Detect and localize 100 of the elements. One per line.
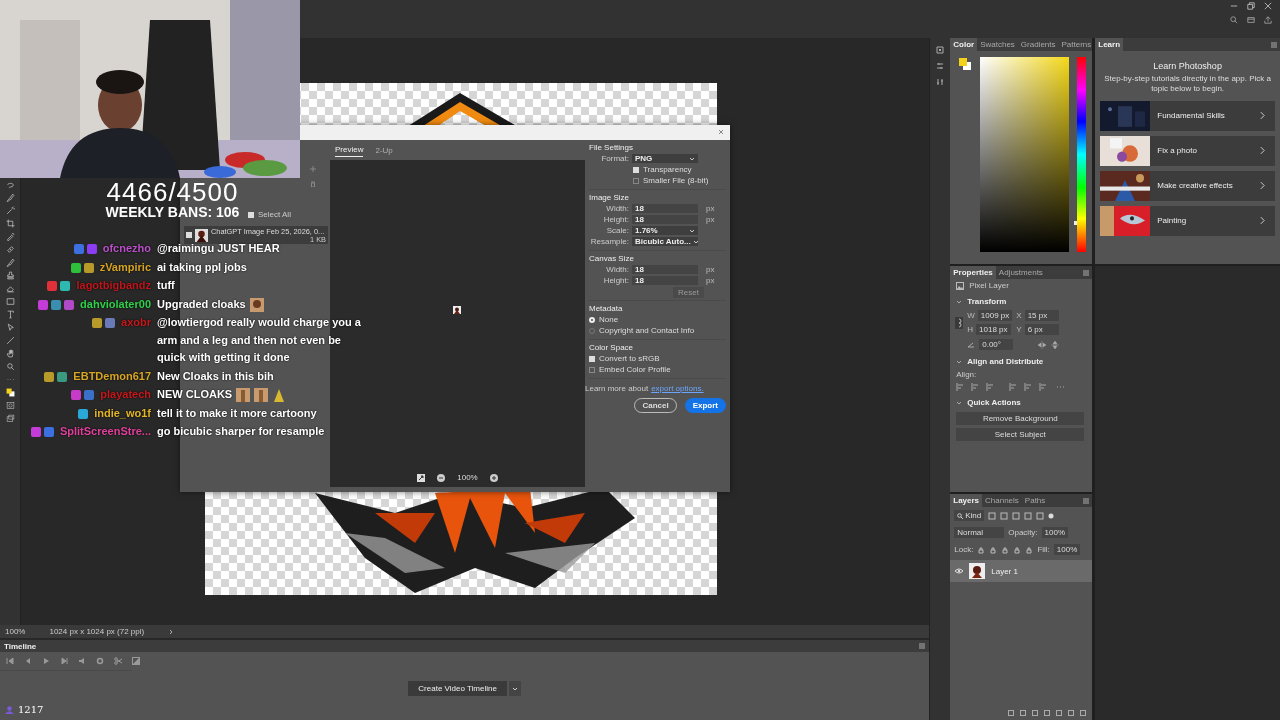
align-icon[interactable] (1009, 383, 1018, 391)
minimize-icon[interactable] (1230, 2, 1238, 10)
eye-icon[interactable] (955, 567, 964, 575)
zoom-level: 100% (5, 627, 26, 636)
zoom-icon[interactable] (5, 362, 15, 371)
search-icon[interactable] (1230, 16, 1238, 24)
section-title: Align and Distribute (967, 357, 1044, 366)
menu-icon[interactable] (1083, 270, 1090, 276)
chevron-down-icon[interactable] (956, 399, 963, 406)
share-icon[interactable] (1264, 16, 1272, 24)
align-icon[interactable] (1039, 383, 1048, 391)
input-field[interactable]: 15 px (1024, 310, 1059, 321)
fill-field[interactable]: 100% (1053, 544, 1081, 555)
section-title: Quick Actions (967, 398, 1021, 407)
input-field[interactable]: 6 px (1024, 324, 1059, 335)
panel-tab[interactable]: Learn (1095, 38, 1124, 51)
gradient-icon[interactable] (5, 297, 15, 306)
healing-icon[interactable] (5, 245, 15, 254)
color-swatches-icon[interactable] (958, 57, 973, 71)
toggle-icon[interactable] (1048, 512, 1055, 519)
eraser-icon[interactable] (5, 284, 15, 293)
brush-icon[interactable] (5, 193, 15, 202)
lasso-icon[interactable] (5, 180, 15, 189)
tutorial-card[interactable]: Painting (1100, 205, 1275, 236)
sliders-icon[interactable] (936, 78, 945, 86)
line-icon[interactable] (5, 336, 15, 345)
dropdown-button[interactable] (508, 681, 521, 696)
lock-option-icon[interactable] (1001, 545, 1010, 554)
panel-tab[interactable]: Channels (982, 494, 1022, 507)
panel-tab[interactable]: Swatches (977, 38, 1018, 51)
menu-icon[interactable] (919, 643, 926, 649)
close-icon[interactable] (718, 129, 724, 135)
stamp-icon[interactable] (5, 271, 15, 280)
more-icon[interactable] (1056, 383, 1065, 391)
previous-frame-icon[interactable] (24, 657, 32, 665)
chevron-right-icon[interactable] (168, 628, 175, 635)
panel-tab[interactable]: Gradients (1017, 38, 1059, 51)
quick-action-button[interactable]: Remove Background (956, 412, 1085, 425)
menu-icon[interactable] (1083, 498, 1090, 504)
quick-action-button[interactable]: Select Subject (956, 428, 1085, 441)
tutorial-card[interactable]: Fundamental Skills (1100, 100, 1275, 131)
gear-icon[interactable] (96, 657, 104, 665)
workspace-icon[interactable] (1247, 16, 1255, 24)
slider-thumb[interactable] (1073, 220, 1077, 225)
screen-mode-icon[interactable] (5, 414, 15, 423)
panel-tab[interactable]: Adjustments (995, 266, 1046, 279)
chat-username: lagotbigbandz (76, 278, 151, 293)
eyedropper-icon[interactable] (5, 232, 15, 241)
history-icon[interactable] (936, 46, 945, 54)
color-field[interactable] (980, 57, 1069, 252)
scissors-icon[interactable] (114, 657, 122, 665)
angle-dropdown[interactable]: 0.00° (979, 339, 1014, 350)
align-icon[interactable] (986, 383, 995, 391)
filter-dropdown[interactable]: Kind (954, 510, 985, 521)
transition-icon[interactable] (132, 657, 140, 665)
timeline-tab[interactable]: Timeline (4, 641, 37, 651)
restore-icon[interactable] (1247, 2, 1255, 10)
image-icon (956, 281, 965, 290)
close-icon[interactable] (1264, 2, 1272, 10)
play-icon[interactable] (42, 657, 50, 665)
pointer-icon[interactable] (5, 323, 15, 332)
next-frame-icon[interactable] (60, 657, 68, 665)
flip-vertical-icon[interactable] (1051, 340, 1060, 349)
adjustments-icon[interactable] (936, 62, 945, 70)
lock-option-icon[interactable] (1013, 545, 1022, 554)
tutorial-card[interactable]: Make creative effects (1100, 170, 1275, 201)
chevron-down-icon[interactable] (956, 358, 963, 365)
lock-option-icon[interactable] (989, 545, 998, 554)
layer-row[interactable]: Layer 1 (950, 560, 1093, 582)
hue-slider[interactable] (1076, 57, 1087, 252)
create-video-timeline-button[interactable]: Create Video Timeline (408, 681, 507, 696)
weekly-bans: WEEKLY BANS: 106 (105, 205, 240, 219)
tutorial-card[interactable]: Fix a photo (1100, 135, 1275, 166)
color-swatches-icon[interactable] (5, 388, 15, 397)
panel-tab[interactable]: Paths (1021, 494, 1049, 507)
audio-icon[interactable] (78, 657, 86, 665)
first-frame-icon[interactable] (6, 657, 14, 665)
input-field[interactable]: 1018 px (976, 324, 1011, 335)
opacity-label: Opacity: (1008, 528, 1038, 537)
panel-tab[interactable]: Layers (950, 494, 983, 507)
lock-option-icon[interactable] (1025, 545, 1034, 554)
hand-icon[interactable] (5, 349, 15, 358)
lock-option-icon[interactable] (977, 545, 986, 554)
magic-wand-icon[interactable] (5, 206, 15, 215)
text-icon[interactable] (5, 310, 15, 319)
input-field[interactable]: 1009 px (977, 310, 1013, 321)
panel-tab[interactable]: Patterns (1058, 38, 1095, 51)
align-icon[interactable] (971, 383, 980, 391)
panel-tab[interactable]: Properties (950, 266, 996, 279)
link-icon[interactable] (955, 316, 964, 329)
crop-icon[interactable] (5, 219, 15, 228)
opacity-field[interactable]: 100% (1041, 527, 1069, 538)
quick-mask-icon[interactable] (5, 401, 15, 410)
blend-mode-dropdown[interactable]: Normal (954, 527, 1005, 538)
align-icon[interactable] (1024, 383, 1033, 391)
flip-horizontal-icon[interactable] (1038, 340, 1047, 349)
panel-tab[interactable]: Color (950, 38, 978, 51)
brush-icon[interactable] (5, 258, 15, 267)
align-icon[interactable] (956, 383, 965, 391)
chevron-down-icon[interactable] (956, 298, 963, 305)
